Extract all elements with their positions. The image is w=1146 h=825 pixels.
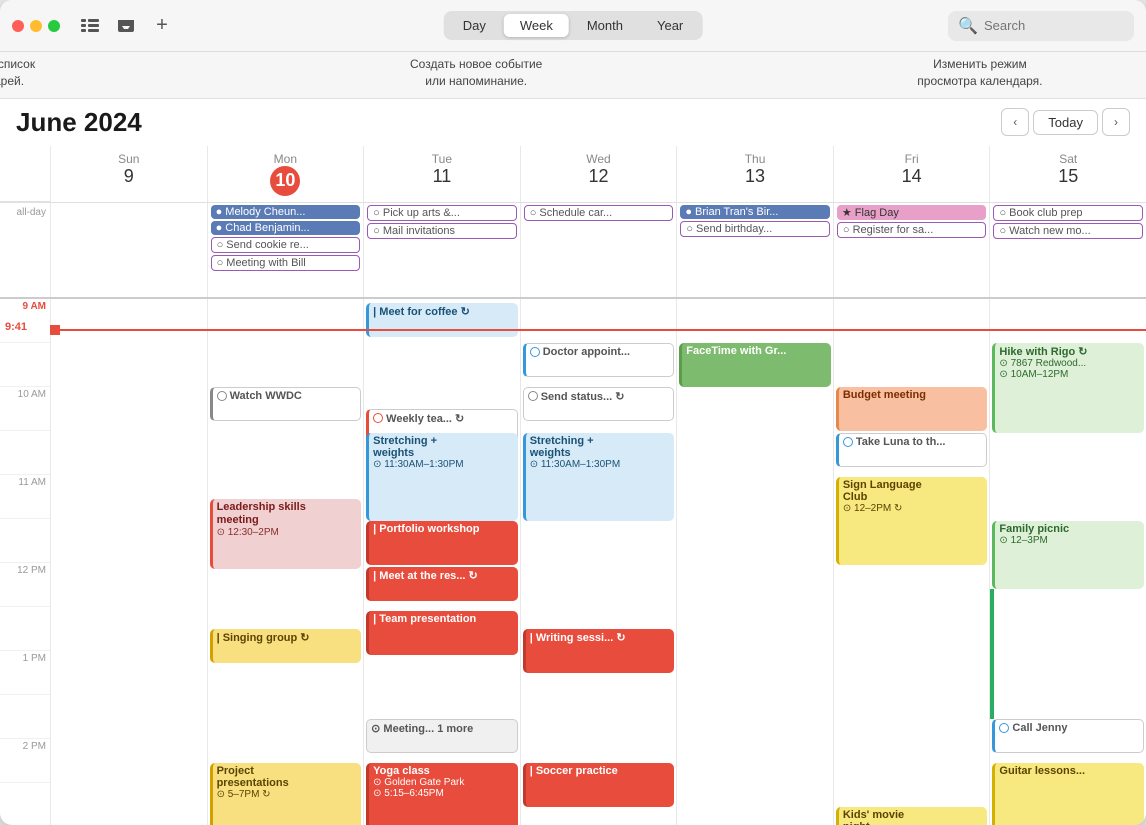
day-header-thu: Thu 13 bbox=[676, 146, 833, 202]
view-tabs: Day Week Month Year bbox=[444, 11, 703, 40]
list-item[interactable]: Call Jenny bbox=[992, 719, 1144, 753]
calendar-list-button[interactable] bbox=[76, 12, 104, 40]
day-header-mon: Mon 10 bbox=[207, 146, 364, 202]
list-item[interactable]: ● Brian Tran's Bir... bbox=[680, 205, 830, 219]
list-item[interactable]: Yoga class ⊙ Golden Gate Park ⊙ 5:15–6:4… bbox=[366, 763, 518, 825]
day-header-sat: Sat 15 bbox=[989, 146, 1146, 202]
tab-day[interactable]: Day bbox=[447, 14, 502, 37]
list-item[interactable]: Kids' movienight bbox=[836, 807, 988, 825]
day-column-thu: FaceTime with Gr... bbox=[676, 299, 833, 825]
list-item[interactable]: ○ Pick up arts &... bbox=[367, 205, 517, 221]
list-item[interactable]: ○ Watch new mo... bbox=[993, 223, 1143, 239]
list-item[interactable]: | Writing sessi... ↻ bbox=[523, 629, 675, 673]
today-button[interactable]: Today bbox=[1033, 110, 1098, 135]
list-item[interactable]: ★ Flag Day bbox=[837, 205, 987, 220]
tab-week[interactable]: Week bbox=[504, 14, 569, 37]
list-item[interactable]: Budget meeting bbox=[836, 387, 988, 431]
list-item[interactable]: ○ Register for sa... bbox=[837, 222, 987, 238]
day-column-tue: | Meet for coffee ↻ Weekly tea... ↻ Stre… bbox=[363, 299, 520, 825]
list-item[interactable]: ○ Mail invitations bbox=[367, 223, 517, 239]
list-item[interactable]: ⊙ Meeting... 1 more bbox=[366, 719, 518, 753]
list-item[interactable]: Stretching +weights ⊙ 11:30AM–1:30PM bbox=[366, 433, 518, 521]
search-box[interactable]: 🔍 bbox=[948, 11, 1134, 41]
allday-fri: ★ Flag Day ○ Register for sa... bbox=[833, 203, 990, 297]
tooltip-2: Создать новое событиеили напоминание. bbox=[410, 56, 542, 90]
nav-arrows: ‹ Today › bbox=[1001, 108, 1130, 136]
fullscreen-button[interactable] bbox=[48, 20, 60, 32]
tab-year[interactable]: Year bbox=[641, 14, 699, 37]
day-header-tue: Tue 11 bbox=[363, 146, 520, 202]
list-item[interactable]: Hike with Rigo ↻ ⊙ 7867 Redwood... ⊙ 10A… bbox=[992, 343, 1144, 433]
list-item[interactable]: | Portfolio workshop bbox=[366, 521, 518, 565]
list-item[interactable]: ○ Send birthday... bbox=[680, 221, 830, 237]
list-item[interactable]: | Meet at the res... ↻ bbox=[366, 567, 518, 601]
day-column-wed: Doctor appoint... Send status... ↻ Stret… bbox=[520, 299, 677, 825]
list-item[interactable]: | Team presentation bbox=[366, 611, 518, 655]
day-header-fri: Fri 14 bbox=[833, 146, 990, 202]
day-header-wed: Wed 12 bbox=[520, 146, 677, 202]
list-item[interactable]: Stretching +weights ⊙ 11:30AM–1:30PM bbox=[523, 433, 675, 521]
calendar: Sun 9 Mon 10 Tue 11 Wed 12 Thu 13 Fri 14 bbox=[0, 146, 1146, 825]
allday-tue: ○ Pick up arts &... ○ Mail invitations bbox=[363, 203, 520, 297]
titlebar: + Day Week Month Year 🔍 bbox=[0, 0, 1146, 52]
traffic-lights bbox=[12, 20, 60, 32]
next-button[interactable]: › bbox=[1102, 108, 1130, 136]
calendar-window: + Day Week Month Year 🔍 Показать списокк… bbox=[0, 0, 1146, 825]
list-item[interactable]: | Soccer practice bbox=[523, 763, 675, 807]
day-column-sat: Hike with Rigo ↻ ⊙ 7867 Redwood... ⊙ 10A… bbox=[989, 299, 1146, 825]
add-event-button[interactable]: + bbox=[148, 12, 176, 40]
list-item[interactable]: Take Luna to th... bbox=[836, 433, 988, 467]
search-icon: 🔍 bbox=[958, 16, 978, 36]
day-header-sun: Sun 9 bbox=[50, 146, 207, 202]
allday-wed: ○ Schedule car... bbox=[520, 203, 677, 297]
prev-button[interactable]: ‹ bbox=[1001, 108, 1029, 136]
month-title: June 2024 bbox=[16, 107, 142, 138]
close-button[interactable] bbox=[12, 20, 24, 32]
day-headers: Sun 9 Mon 10 Tue 11 Wed 12 Thu 13 Fri 14 bbox=[0, 146, 1146, 203]
tooltip-1: Показать списоккалендарей. bbox=[0, 56, 35, 90]
allday-mon: ● Melody Cheun... ● Chad Benjamin... ○ S… bbox=[207, 203, 364, 297]
list-item[interactable]: ○ Meeting with Bill bbox=[211, 255, 361, 271]
time-grid: 9 AM 10 AM 11 AM 12 PM 1 PM 2 PM 3 PM 4 … bbox=[0, 299, 1146, 825]
month-header: June 2024 ‹ Today › bbox=[0, 99, 1146, 146]
allday-sat: ○ Book club prep ○ Watch new mo... bbox=[989, 203, 1146, 297]
day-column-mon: Watch WWDC Leadership skillsmeeting ⊙ 12… bbox=[207, 299, 364, 825]
allday-sun bbox=[50, 203, 207, 297]
list-item[interactable]: | Meet for coffee ↻ bbox=[366, 303, 518, 337]
list-item[interactable]: Guitar lessons... bbox=[992, 763, 1144, 825]
day-column-sun bbox=[50, 299, 207, 825]
list-item[interactable]: Leadership skillsmeeting ⊙ 12:30–2PM bbox=[210, 499, 362, 569]
allday-thu: ● Brian Tran's Bir... ○ Send birthday... bbox=[676, 203, 833, 297]
tooltip-area: Показать списоккалендарей. Создать новое… bbox=[0, 52, 1146, 99]
time-labels: 9 AM 10 AM 11 AM 12 PM 1 PM 2 PM 3 PM 4 … bbox=[0, 299, 50, 825]
list-item[interactable]: Watch WWDC bbox=[210, 387, 362, 421]
list-item[interactable]: FaceTime with Gr... bbox=[679, 343, 831, 387]
tooltip-3: Изменить режимпросмотра календаря. bbox=[917, 56, 1042, 90]
list-item[interactable]: Sign LanguageClub ⊙ 12–2PM ↻ bbox=[836, 477, 988, 565]
decorative-bar bbox=[990, 589, 994, 719]
list-item[interactable]: ○ Schedule car... bbox=[524, 205, 674, 221]
list-item[interactable]: ○ Send cookie re... bbox=[211, 237, 361, 253]
list-item[interactable]: ● Chad Benjamin... bbox=[211, 221, 361, 235]
list-item[interactable]: Projectpresentations ⊙ 5–7PM ↻ bbox=[210, 763, 362, 825]
list-item[interactable]: ● Melody Cheun... bbox=[211, 205, 361, 219]
search-input[interactable] bbox=[984, 18, 1124, 33]
list-item[interactable]: | Singing group ↻ bbox=[210, 629, 362, 663]
list-item[interactable]: Doctor appoint... bbox=[523, 343, 675, 377]
tab-month[interactable]: Month bbox=[571, 14, 639, 37]
days-columns: 9:41 Watch WWDC Leadership bbox=[50, 299, 1146, 825]
list-item[interactable]: ○ Book club prep bbox=[993, 205, 1143, 221]
list-item[interactable]: Send status... ↻ bbox=[523, 387, 675, 421]
minimize-button[interactable] bbox=[30, 20, 42, 32]
list-item[interactable]: Family picnic ⊙ 12–3PM bbox=[992, 521, 1144, 589]
inbox-button[interactable] bbox=[112, 12, 140, 40]
day-column-fri: Budget meeting Take Luna to th... Sign L… bbox=[833, 299, 990, 825]
allday-label: all-day bbox=[0, 203, 50, 297]
